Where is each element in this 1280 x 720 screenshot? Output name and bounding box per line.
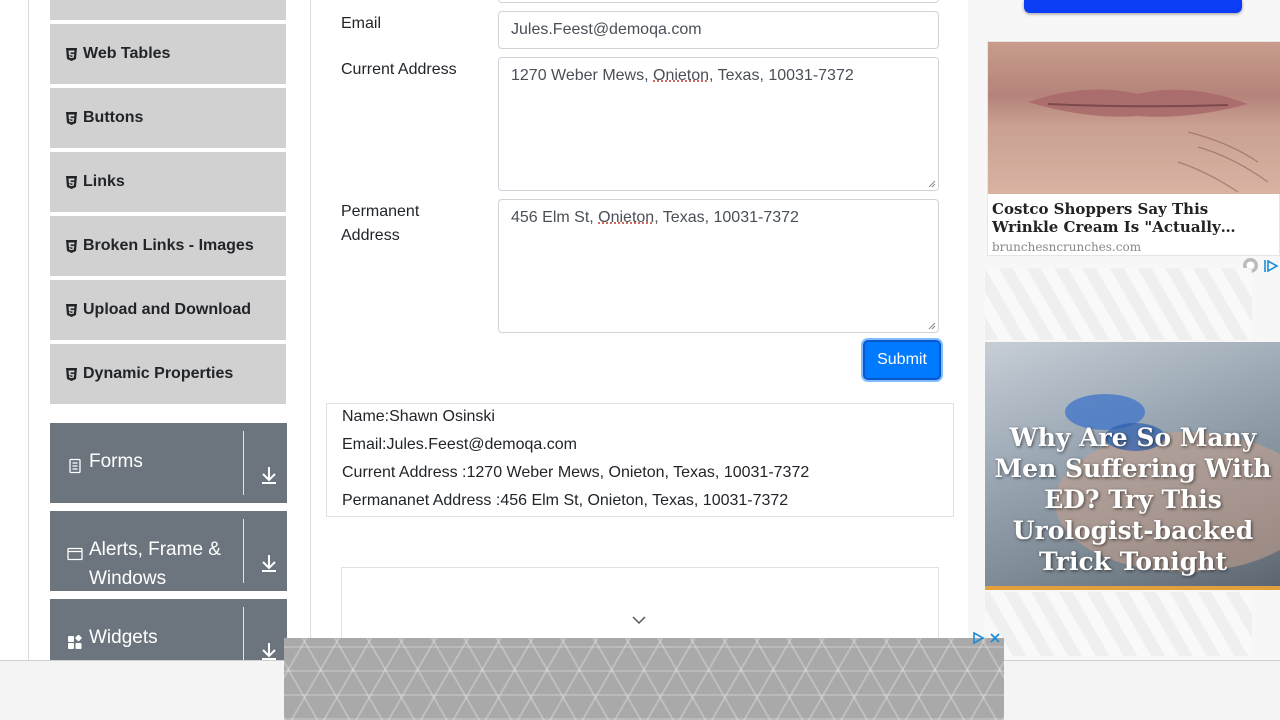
group-label: Widgets (89, 627, 158, 648)
output-current-address: Current Address :1270 Weber Mews, Onieto… (342, 464, 810, 481)
output-permanent-address: Permananet Address :456 Elm St, Onieton,… (342, 492, 789, 509)
ad-card-ed[interactable]: Why Are So Many Men Suffering With ED? T… (985, 342, 1280, 590)
form-icon (67, 454, 83, 474)
label-line: Permanent (341, 203, 420, 220)
download-icon[interactable] (260, 641, 278, 661)
resize-handle-icon[interactable] (928, 322, 936, 330)
sidebar-item-dynamic-properties[interactable]: Dynamic Properties (50, 344, 286, 406)
sidebar-item-broken-links[interactable]: Broken Links - Images (50, 216, 286, 278)
sidebar-border-right (310, 0, 311, 660)
html5-icon (65, 47, 77, 61)
ad-source: brunchesncrunches.com (992, 240, 1142, 254)
email-label: Email (341, 15, 382, 32)
ad-headline: Why Are So Many Men Suffering With ED? T… (994, 423, 1272, 576)
sidebar-item-links[interactable]: Links (50, 152, 286, 214)
sidebar-item-upload-download[interactable]: Upload and Download (50, 280, 286, 342)
group-label: Alerts, Frame & Windows (89, 535, 221, 593)
sidebar-item-label: Dynamic Properties (83, 365, 234, 382)
download-icon[interactable] (260, 465, 278, 485)
output-panel: Name:Shawn Osinski Email:Jules.Feest@dem… (326, 403, 954, 517)
html5-icon (65, 111, 77, 125)
html5-icon (65, 175, 77, 189)
ad-image (988, 42, 1280, 194)
label-line: Address (341, 227, 400, 244)
sidebar-item-label: Buttons (83, 109, 144, 126)
address-text: , Texas, 10031-7372 (654, 209, 799, 226)
html5-icon (65, 303, 77, 317)
close-icon[interactable] (989, 632, 1001, 644)
sidebar-item-hidden[interactable] (50, 0, 286, 22)
output-email: Email:Jules.Feest@demoqa.com (342, 436, 577, 453)
sidebar-item-label: Broken Links - Images (83, 237, 254, 254)
submit-button[interactable]: Submit (863, 340, 941, 380)
ad-pattern (985, 592, 1252, 656)
page: Web Tables Buttons Links Broken Links - … (0, 0, 1280, 720)
address-text: , Texas, 10031-7372 (709, 67, 854, 84)
widgets-icon (67, 630, 83, 649)
chevron-down-icon[interactable] (631, 615, 647, 625)
collapsed-panel[interactable] (341, 567, 939, 647)
group-header-forms[interactable]: Forms (50, 423, 287, 503)
permanent-address-textarea[interactable]: 456 Elm St, Onieton, Texas, 10031-7372 (498, 199, 939, 333)
full-name-input[interactable] (498, 0, 939, 3)
adchoices-icon (1264, 259, 1279, 272)
html5-icon (65, 367, 77, 381)
current-address-textarea[interactable]: 1270 Weber Mews, Onieton, Texas, 10031-7… (498, 57, 939, 191)
sidebar-item-web-tables[interactable]: Web Tables (50, 24, 286, 86)
ad-headline: Costco Shoppers Say This Wrinkle Cream I… (992, 200, 1236, 236)
resize-handle-icon[interactable] (928, 180, 936, 188)
group-label: Forms (89, 451, 143, 472)
permanent-address-label: Permanent Address (341, 200, 419, 248)
download-icon[interactable] (260, 553, 278, 573)
group-label-line2: Windows (89, 568, 167, 589)
sidebar-item-buttons[interactable]: Buttons (50, 88, 286, 150)
divider (243, 431, 244, 495)
address-text: 456 Elm St, (511, 209, 599, 226)
address-city: Onieton (653, 67, 710, 84)
email-input[interactable]: Jules.Feest@demoqa.com (498, 11, 939, 49)
bottom-ad-controls[interactable] (971, 631, 1001, 645)
adchoices-icon[interactable] (971, 631, 985, 645)
group-header-alerts[interactable]: Alerts, Frame & Windows (50, 511, 287, 591)
output-name: Name:Shawn Osinski (342, 408, 495, 425)
address-city: Onieton (598, 209, 655, 226)
current-address-label: Current Address (341, 61, 457, 78)
ad-button[interactable] (1024, 0, 1242, 13)
divider (243, 519, 244, 583)
sidebar-item-label: Web Tables (83, 45, 171, 62)
group-label-line1: Alerts, Frame & (89, 539, 221, 560)
ad-card-wrinkle[interactable]: Costco Shoppers Say This Wrinkle Cream I… (987, 41, 1280, 256)
sidebar-border-left (28, 0, 29, 660)
html5-icon (65, 239, 77, 253)
sidebar-item-label: Upload and Download (83, 301, 251, 318)
sidebar-item-label: Links (83, 173, 125, 190)
bottom-banner-ad[interactable] (284, 638, 1004, 720)
address-text: 1270 Weber Mews, (511, 67, 653, 84)
ad-pattern (985, 268, 1252, 340)
window-icon (67, 542, 83, 561)
